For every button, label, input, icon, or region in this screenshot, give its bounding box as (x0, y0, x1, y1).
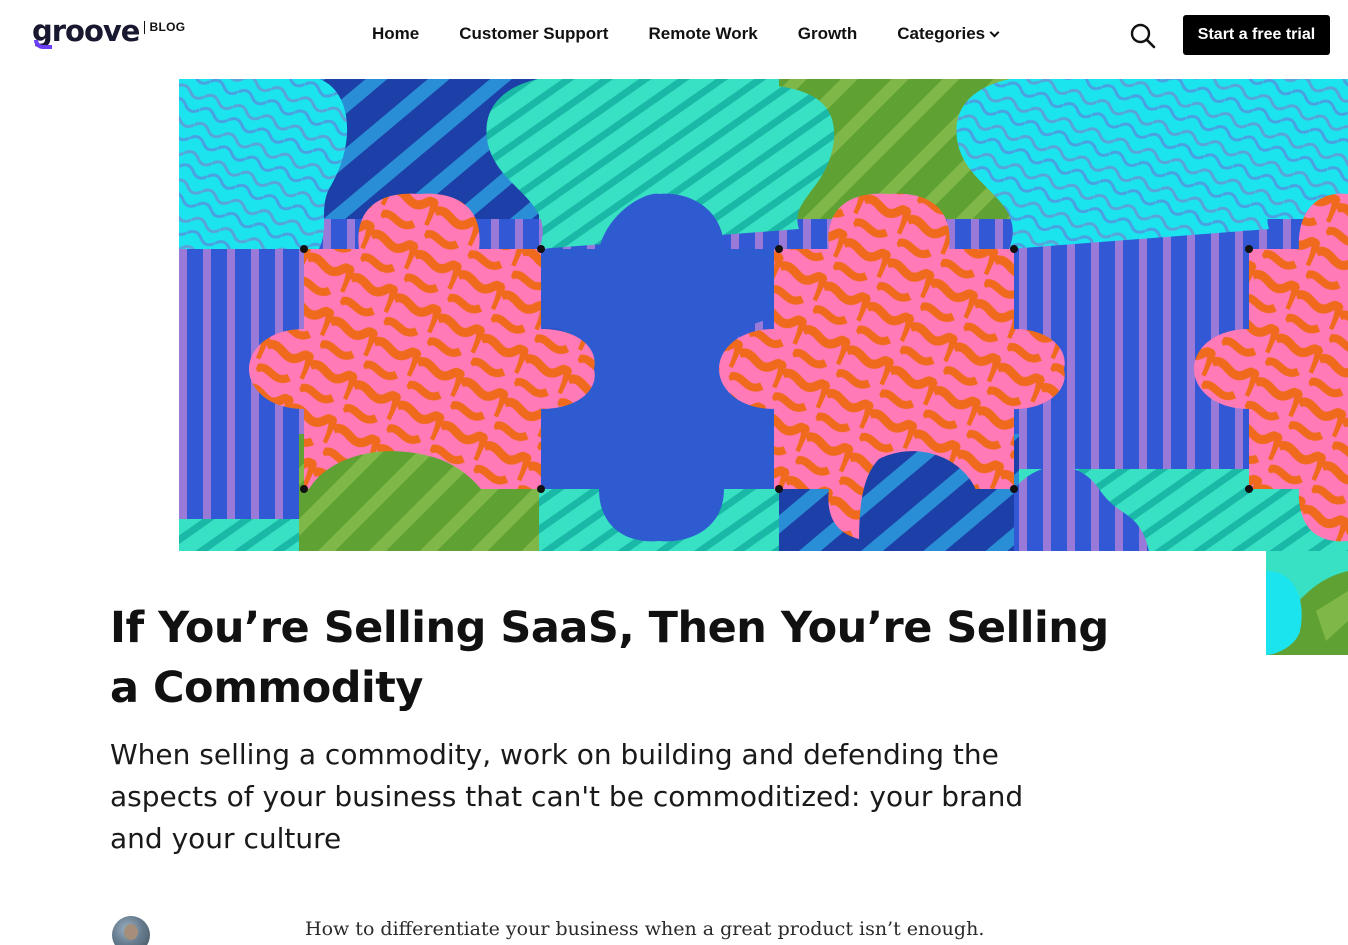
start-free-trial-button[interactable]: Start a free trial (1183, 15, 1330, 55)
main-nav: Home Customer Support Remote Work Growth… (372, 24, 1000, 44)
nav-categories-label: Categories (897, 24, 986, 43)
nav-remote-work-label: Remote Work (648, 24, 758, 43)
hero-illustration-tail (1266, 551, 1348, 655)
nav-home[interactable]: Home (372, 24, 419, 44)
chevron-down-icon (989, 27, 1000, 37)
author-avatar[interactable] (112, 916, 150, 945)
hero-tail-image (1266, 551, 1348, 655)
nav-remote-work[interactable]: Remote Work (648, 24, 757, 44)
search-icon (1130, 23, 1156, 49)
puzzle-pattern-image (179, 79, 1348, 551)
author-avatar-face (124, 924, 138, 940)
nav-growth[interactable]: Growth (798, 24, 858, 44)
article-lede: How to differentiate your business when … (305, 918, 985, 940)
nav-customer-support[interactable]: Customer Support (459, 24, 608, 44)
nav-categories-dropdown[interactable]: Categories (897, 24, 1000, 44)
logo-divider (144, 21, 146, 34)
nav-home-label: Home (372, 24, 420, 43)
article-title: If You’re Selling SaaS, Then You’re Sell… (110, 603, 1109, 713)
search-button[interactable] (1129, 22, 1157, 50)
nav-growth-label: Growth (797, 24, 858, 43)
logo-link[interactable]: groove BLOG (32, 15, 186, 49)
article-subtitle: When selling a commodity, work on buildi… (110, 738, 1024, 855)
logo-blog-tag: BLOG (149, 20, 186, 34)
nav-customer-support-label: Customer Support (459, 24, 609, 43)
site-header: groove BLOG Home Customer Support Remote… (0, 0, 1348, 79)
hero-illustration (179, 79, 1348, 551)
